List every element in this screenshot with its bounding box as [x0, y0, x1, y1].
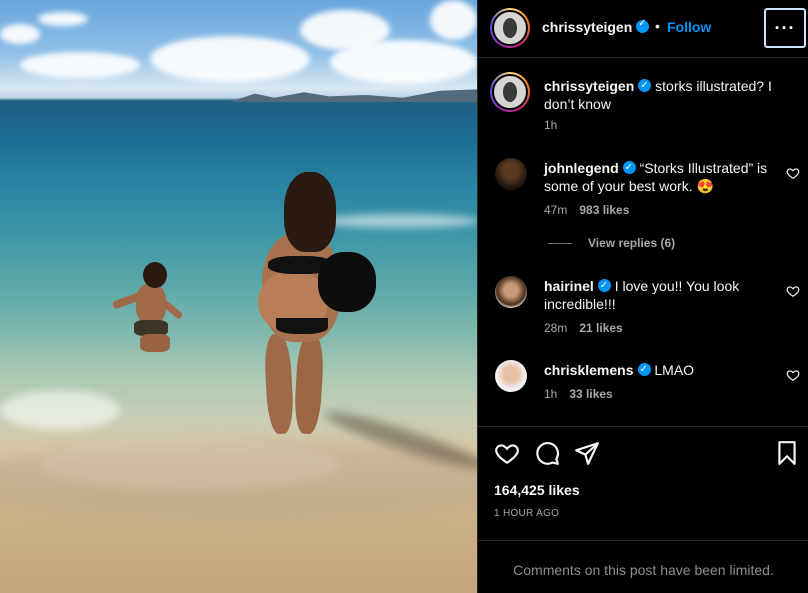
comment-like-heart-icon[interactable] [786, 284, 800, 298]
follow-button[interactable]: Follow [667, 19, 711, 35]
woman-figure [318, 252, 376, 312]
comment: chrisklemens LMAO [544, 361, 782, 379]
caption-avatar[interactable] [490, 72, 530, 112]
comment-meta: 28m 21 likes [544, 321, 623, 335]
comment-username[interactable]: johnlegend [544, 160, 619, 176]
comment-time: 47m [544, 203, 568, 217]
likes-count[interactable]: 164,425 likes [494, 482, 580, 498]
verified-badge-icon [636, 18, 650, 33]
cloud [0, 24, 40, 44]
cloud [20, 52, 140, 78]
comment-text: LMAO [654, 362, 695, 378]
wet-sand [0, 440, 477, 520]
author-username[interactable]: chrissyteigen [542, 19, 632, 35]
heart-icon[interactable] [494, 440, 520, 466]
comment-time: 1h [544, 387, 558, 401]
comment-username[interactable]: chrisklemens [544, 362, 634, 378]
cloud [330, 40, 477, 84]
view-replies-label: View replies (6) [588, 236, 676, 250]
woman-figure [293, 333, 325, 435]
child-figure [136, 284, 166, 324]
woman-figure [263, 333, 295, 435]
comment-icon[interactable] [534, 440, 560, 466]
comment-meta: 1h 33 likes [544, 387, 613, 401]
view-replies-button[interactable]: View replies (6) [548, 236, 675, 250]
comment-likes[interactable]: 33 likes [569, 387, 612, 401]
post-timestamp[interactable]: 1 HOUR AGO [494, 508, 559, 519]
woman-figure [284, 172, 336, 252]
verified-badge-icon [597, 277, 611, 295]
comment: johnlegend “Storks Illustrated” is some … [544, 159, 782, 195]
verified-badge-icon [638, 77, 652, 95]
post-side-panel: chrissyteigen • Follow ··· chrissyteigen… [477, 0, 808, 593]
distant-hills [230, 89, 477, 102]
bookmark-icon[interactable] [774, 440, 800, 466]
comment-like-heart-icon[interactable] [786, 166, 800, 180]
divider [478, 57, 808, 58]
comment-like-heart-icon[interactable] [786, 368, 800, 382]
comment: hairinel I love you!! You look incredibl… [544, 277, 782, 313]
caption-time: 1h [544, 118, 557, 132]
child-figure [140, 334, 170, 352]
comment-avatar[interactable] [495, 360, 527, 392]
verified-badge-icon [622, 159, 636, 177]
send-icon[interactable] [574, 440, 600, 466]
post-header-username[interactable]: chrissyteigen [542, 18, 650, 35]
comment-username[interactable]: hairinel [544, 278, 594, 294]
comment-avatar[interactable] [495, 276, 527, 308]
woman-figure [276, 318, 328, 334]
divider [478, 540, 808, 541]
caption-username[interactable]: chrissyteigen [544, 78, 634, 94]
comment-likes[interactable]: 983 likes [579, 203, 629, 217]
caption: chrissyteigen storks illustrated? I don’… [544, 77, 782, 113]
author-avatar[interactable] [490, 8, 530, 48]
wave-foam [0, 390, 120, 430]
comment-likes[interactable]: 21 likes [579, 321, 622, 335]
reply-line [548, 243, 572, 245]
comment-time: 28m [544, 321, 568, 335]
comment-avatar[interactable] [495, 158, 527, 190]
divider [478, 426, 808, 427]
wave-foam [320, 214, 477, 228]
more-icon: ··· [774, 17, 796, 38]
cloud [430, 0, 477, 40]
separator-dot: • [655, 18, 660, 34]
comment-meta: 47m 983 likes [544, 203, 629, 217]
post-photo[interactable] [0, 0, 477, 593]
caption-time-text: 1h [544, 118, 558, 132]
child-figure [143, 262, 167, 288]
more-options-button[interactable]: ··· [764, 8, 806, 48]
cloud [38, 12, 88, 26]
verified-badge-icon [637, 361, 651, 379]
cloud [150, 36, 310, 82]
comments-limited-notice: Comments on this post have been limited. [513, 562, 774, 578]
